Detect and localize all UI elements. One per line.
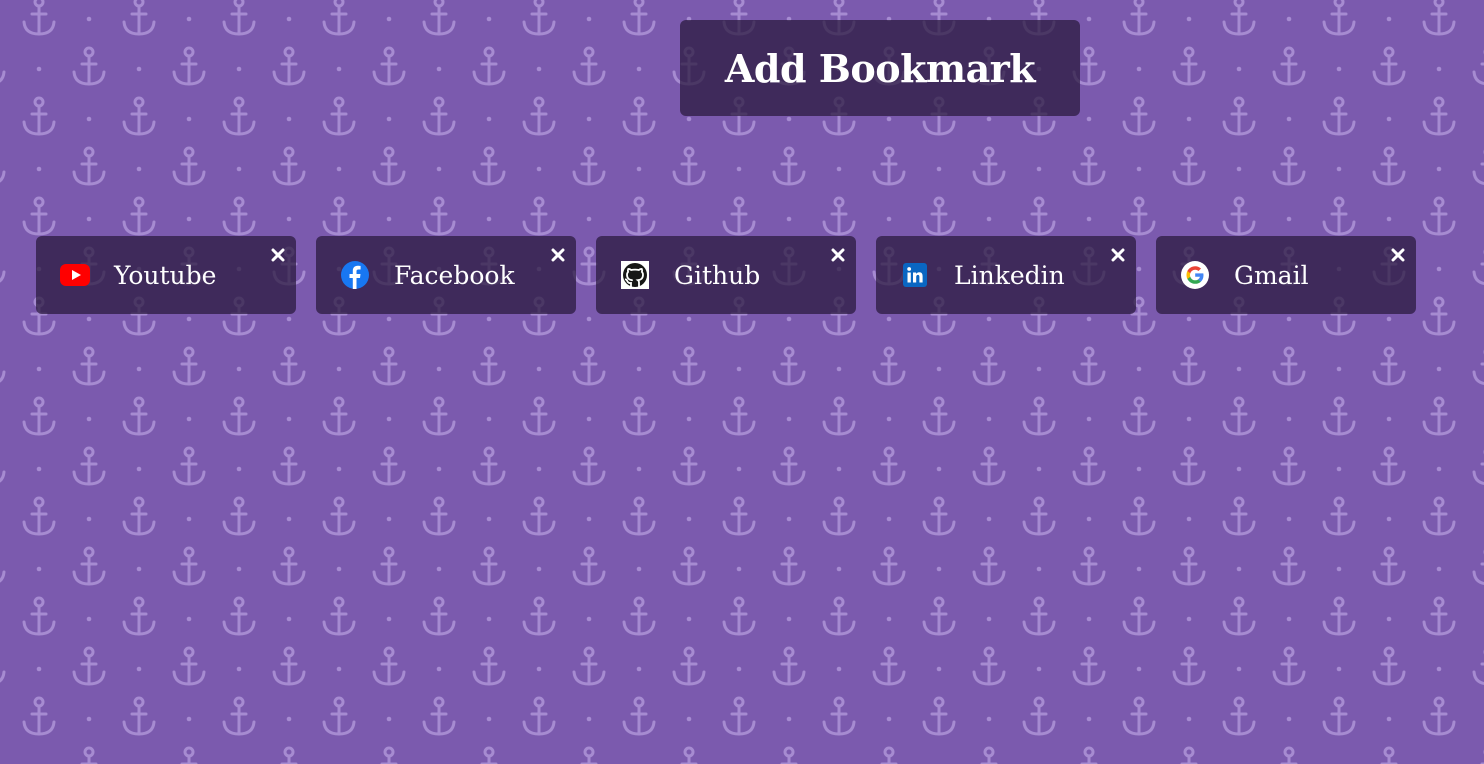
bookmark-gmail[interactable]: Gmail	[1156, 236, 1416, 314]
github-icon	[620, 260, 650, 290]
bookmark-facebook[interactable]: Facebook	[316, 236, 576, 314]
close-icon[interactable]	[1110, 247, 1126, 263]
bookmark-label: Linkedin	[954, 260, 1065, 290]
bookmark-list: Youtube Facebook Github Linkedin Gmail	[36, 236, 1416, 314]
bookmark-label: Gmail	[1234, 260, 1309, 290]
bookmark-label: Github	[674, 260, 761, 290]
bookmark-label: Youtube	[114, 260, 217, 290]
close-icon[interactable]	[270, 247, 286, 263]
close-icon[interactable]	[550, 247, 566, 263]
facebook-icon	[340, 260, 370, 290]
linkedin-icon	[900, 260, 930, 290]
bookmark-github[interactable]: Github	[596, 236, 856, 314]
youtube-icon	[60, 260, 90, 290]
close-icon[interactable]	[830, 247, 846, 263]
bookmark-linkedin[interactable]: Linkedin	[876, 236, 1136, 314]
bookmark-youtube[interactable]: Youtube	[36, 236, 296, 314]
close-icon[interactable]	[1390, 247, 1406, 263]
add-bookmark-button[interactable]: Add Bookmark	[680, 20, 1080, 116]
google-icon	[1180, 260, 1210, 290]
bookmark-label: Facebook	[394, 260, 515, 290]
